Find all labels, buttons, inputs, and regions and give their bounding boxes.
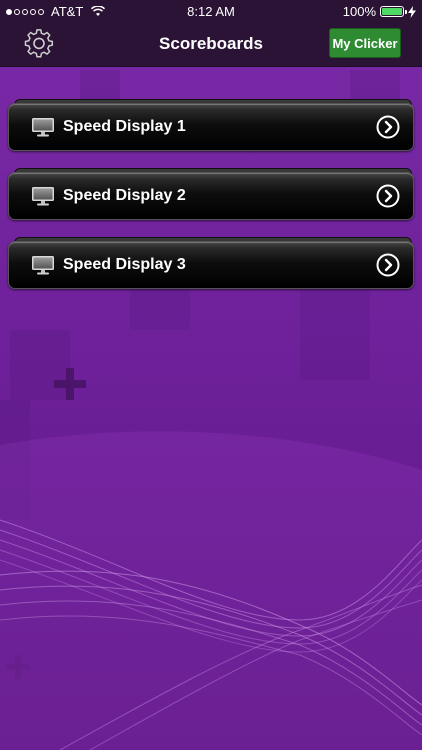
monitor-icon	[32, 256, 54, 275]
battery-percent: 100%	[342, 4, 376, 19]
navigation-bar: Scoreboards My Clicker	[0, 22, 422, 67]
scoreboard-list: Speed Display 1 Speed Display 2 Speed Di…	[8, 99, 414, 306]
monitor-icon	[32, 118, 54, 137]
scoreboard-row[interactable]: Speed Display 1	[8, 103, 414, 151]
status-bar: AT&T 8:12 AM 100%	[0, 0, 422, 22]
chevron-right-circle-icon	[376, 253, 400, 277]
chevron-right-circle-icon	[376, 115, 400, 139]
list-item: Speed Display 2	[8, 168, 414, 221]
battery-fill	[382, 8, 402, 15]
scoreboard-name: Speed Display 3	[63, 256, 186, 273]
list-item: Speed Display 3	[8, 237, 414, 290]
charging-bolt-icon	[408, 5, 416, 18]
scoreboard-row[interactable]: Speed Display 3	[8, 241, 414, 289]
monitor-icon	[32, 187, 54, 206]
my-clicker-button[interactable]: My Clicker	[329, 28, 401, 58]
chevron-right-circle-icon	[376, 184, 400, 208]
scoreboard-name: Speed Display 1	[63, 118, 186, 135]
scoreboard-name: Speed Display 2	[63, 187, 186, 204]
status-right: 100%	[343, 4, 416, 19]
battery-icon	[380, 6, 407, 17]
scoreboard-row[interactable]: Speed Display 2	[8, 172, 414, 220]
list-item: Speed Display 1	[8, 99, 414, 152]
